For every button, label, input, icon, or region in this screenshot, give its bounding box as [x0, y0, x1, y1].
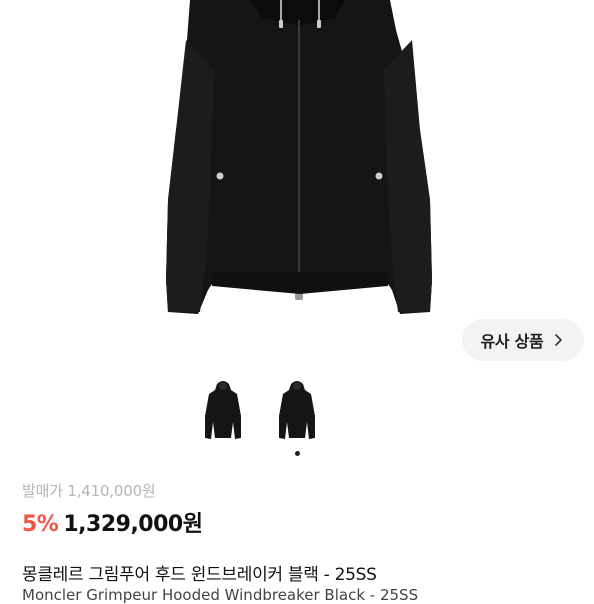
similar-products-button[interactable]: 유사 상품: [462, 319, 584, 361]
active-thumbnail-indicator: [295, 451, 300, 456]
thumbnail-2[interactable]: [275, 376, 319, 444]
discount-rate: 5%: [22, 512, 59, 537]
jacket-thumbnail-image: [279, 381, 315, 439]
thumbnail-1[interactable]: [201, 376, 245, 444]
chevron-right-icon: [555, 334, 563, 346]
similar-products-label: 유사 상품: [480, 332, 544, 351]
jacket-thumbnail-image: [205, 381, 241, 439]
price-row: 5% 1,329,000원: [22, 506, 203, 538]
product-title: 몽클레르 그림푸어 후드 윈드브레이커 블랙 - 25SS: [22, 565, 377, 585]
original-price: 발매가 1,410,000원: [22, 482, 156, 500]
sale-price: 1,329,000원: [63, 512, 203, 537]
product-subtitle: Moncler Grimpeur Hooded Windbreaker Blac…: [22, 586, 419, 604]
jacket-image: [166, 0, 432, 314]
product-main-image[interactable]: [0, 0, 594, 370]
